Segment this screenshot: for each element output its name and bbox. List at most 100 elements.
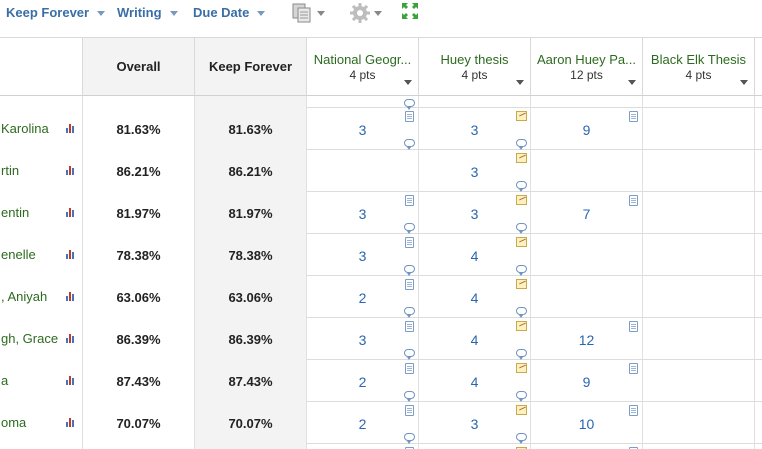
assignment-score[interactable]: 2 — [307, 374, 418, 390]
note-icon[interactable] — [516, 279, 527, 289]
chevron-down-icon[interactable] — [516, 80, 524, 85]
note-icon[interactable] — [516, 111, 527, 121]
bar-chart-icon[interactable] — [66, 165, 76, 175]
grade-cell-partial[interactable] — [755, 276, 762, 318]
bar-chart-icon[interactable] — [66, 417, 76, 427]
comment-icon[interactable] — [516, 223, 527, 234]
grade-cell[interactable]: 9 — [531, 360, 643, 402]
assignment-score[interactable]: 3 — [307, 122, 418, 138]
assignment-score[interactable]: 7 — [531, 206, 642, 222]
settings-menu-button[interactable] — [349, 2, 383, 24]
grade-cell[interactable]: 2 — [307, 360, 419, 402]
chevron-down-icon[interactable] — [404, 80, 412, 85]
grade-cell[interactable]: 3 — [307, 318, 419, 360]
comment-icon[interactable] — [404, 223, 415, 234]
keep-forever-filter[interactable]: Keep Forever — [6, 4, 106, 22]
assignment-score[interactable]: 9 — [531, 374, 642, 390]
assignment-score[interactable]: 3 — [419, 164, 530, 180]
grade-cell-partial[interactable] — [755, 150, 762, 192]
assignment-score[interactable]: 2 — [307, 416, 418, 432]
bar-chart-icon[interactable] — [66, 207, 76, 217]
student-name-link[interactable]: , Aniyah — [1, 289, 47, 304]
grade-cell[interactable] — [643, 402, 755, 444]
comment-icon[interactable] — [516, 265, 527, 276]
grade-cell[interactable]: 3 — [419, 108, 531, 150]
grade-cell[interactable]: 4 — [419, 276, 531, 318]
assignment-score[interactable]: 3 — [307, 206, 418, 222]
bar-chart-icon[interactable] — [66, 291, 76, 301]
grade-cell[interactable] — [643, 360, 755, 402]
assignment-score[interactable]: 3 — [419, 206, 530, 222]
assignment-score[interactable]: 3 — [419, 122, 530, 138]
grade-cell[interactable]: 9 — [531, 108, 643, 150]
assignment-header[interactable]: Huey thesis 4 pts — [419, 37, 531, 96]
grade-cell[interactable]: 3 — [419, 150, 531, 192]
assignment-score[interactable]: 3 — [307, 248, 418, 264]
comment-icon[interactable] — [404, 307, 415, 318]
document-icon[interactable] — [629, 363, 638, 374]
document-icon[interactable] — [405, 237, 414, 248]
grade-cell[interactable] — [531, 234, 643, 276]
assignment-header[interactable]: Aaron Huey Pa... 12 pts — [531, 37, 643, 96]
note-icon[interactable] — [516, 405, 527, 415]
grade-cell-partial[interactable] — [755, 402, 762, 444]
student-name-link[interactable]: Karolina — [1, 121, 49, 136]
bar-chart-icon[interactable] — [66, 333, 76, 343]
fullscreen-button[interactable] — [401, 2, 419, 24]
student-name-link[interactable]: oma — [1, 415, 26, 430]
grade-cell[interactable] — [531, 276, 643, 318]
comment-icon[interactable] — [516, 139, 527, 150]
assignment-score[interactable]: 10 — [531, 416, 642, 432]
bar-chart-icon[interactable] — [66, 375, 76, 385]
comment-icon[interactable] — [404, 99, 415, 110]
note-icon[interactable] — [516, 363, 527, 373]
chevron-down-icon[interactable] — [628, 80, 636, 85]
grade-cell[interactable]: 7 — [531, 192, 643, 234]
comment-icon[interactable] — [516, 433, 527, 444]
comment-icon[interactable] — [404, 265, 415, 276]
grade-cell[interactable] — [643, 276, 755, 318]
comment-icon[interactable] — [516, 391, 527, 402]
document-icon[interactable] — [405, 279, 414, 290]
grade-cell[interactable]: 3 — [307, 108, 419, 150]
assignment-score[interactable]: 4 — [419, 290, 530, 306]
note-icon[interactable] — [516, 321, 527, 331]
grade-cell[interactable]: 3 — [419, 192, 531, 234]
grade-cell[interactable] — [643, 192, 755, 234]
grade-cell[interactable]: 3 — [307, 192, 419, 234]
note-icon[interactable] — [516, 237, 527, 247]
grade-cell[interactable] — [531, 150, 643, 192]
document-icon[interactable] — [629, 321, 638, 332]
grade-cell[interactable] — [643, 234, 755, 276]
bar-chart-icon[interactable] — [66, 123, 76, 133]
due-date-sort[interactable]: Due Date — [193, 4, 266, 22]
assignment-header[interactable]: Black Elk Thesis 4 pts — [643, 37, 755, 96]
student-name-link[interactable]: gh, Grace — [1, 331, 58, 346]
comment-icon[interactable] — [404, 433, 415, 444]
assignment-header-partial[interactable] — [755, 37, 762, 96]
grade-cell[interactable] — [643, 150, 755, 192]
grade-cell[interactable]: 3 — [419, 402, 531, 444]
comment-icon[interactable] — [404, 349, 415, 360]
chevron-down-icon[interactable] — [740, 80, 748, 85]
grade-cell-partial[interactable] — [755, 192, 762, 234]
assignment-score[interactable]: 2 — [307, 290, 418, 306]
note-icon[interactable] — [516, 153, 527, 163]
student-name-link[interactable]: rtin — [1, 163, 19, 178]
document-icon[interactable] — [629, 195, 638, 206]
document-icon[interactable] — [405, 321, 414, 332]
comment-icon[interactable] — [516, 181, 527, 192]
student-name-link[interactable]: entin — [1, 205, 29, 220]
grade-cell-partial[interactable] — [755, 234, 762, 276]
student-name-link[interactable]: a — [1, 373, 8, 388]
note-icon[interactable] — [516, 195, 527, 205]
grade-cell[interactable]: 2 — [307, 402, 419, 444]
grade-cell[interactable]: 4 — [419, 234, 531, 276]
document-icon[interactable] — [405, 195, 414, 206]
comment-icon[interactable] — [404, 139, 415, 150]
assignment-score[interactable]: 4 — [419, 248, 530, 264]
grade-cell[interactable] — [643, 108, 755, 150]
grade-cell[interactable]: 3 — [307, 234, 419, 276]
assignment-score[interactable]: 4 — [419, 332, 530, 348]
grade-cell[interactable] — [307, 150, 419, 192]
